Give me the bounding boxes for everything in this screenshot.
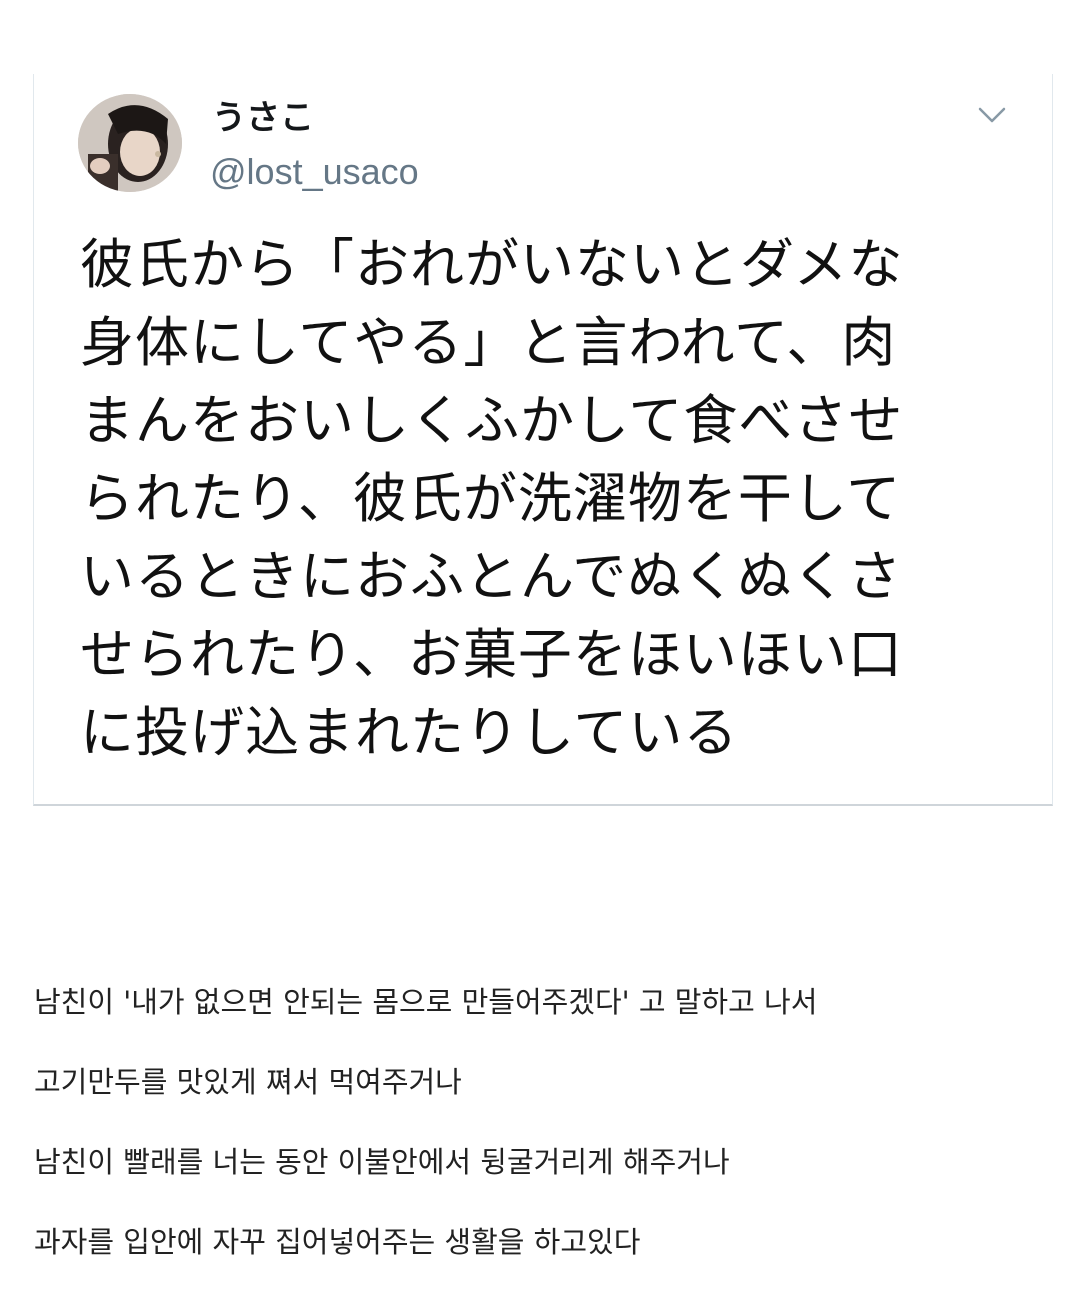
- avatar-photo: [78, 94, 182, 192]
- tweet-card: うさこ @lost_usaco 彼氏から「おれがいないとダメな 身体にしてやる」…: [33, 74, 1053, 806]
- tweet-text-line: まんをおいしくふかして食べさせ: [80, 389, 904, 452]
- translation-block: 남친이 '내가 없으면 안되는 몸으로 만들어주겠다' 고 말하고 나서 고기만…: [34, 982, 1064, 1302]
- tweet-text-line: に投げ込まれたりしている: [80, 701, 739, 764]
- tweet-text-line: いるときにおふとんでぬくぬくさ: [80, 545, 903, 608]
- chevron-down-icon[interactable]: [972, 98, 1012, 132]
- translation-line: 남친이 '내가 없으면 안되는 몸으로 만들어주겠다' 고 말하고 나서: [34, 985, 818, 1019]
- tweet-text-line: 身体にしてやる」と言われて、肉: [80, 311, 897, 374]
- display-name[interactable]: うさこ: [212, 96, 314, 140]
- translation-line: 남친이 빨래를 너는 동안 이불안에서 뒹굴거리게 해주거나: [34, 1145, 730, 1179]
- tweet-text: 彼氏から「おれがいないとダメな 身体にしてやる」と言われて、肉 まんをおいしくふ…: [80, 226, 1040, 772]
- tweet-text-line: 彼氏から「おれがいないとダメな: [80, 233, 904, 296]
- translation-line: 과자를 입안에 자꾸 집어넣어주는 생활을 하고있다: [34, 1225, 641, 1259]
- user-handle[interactable]: @lost_usaco: [210, 150, 419, 194]
- translation-line: 고기만두를 맛있게 쪄서 먹여주거나: [34, 1065, 462, 1099]
- tweet-text-line: せられたり、お菓子をほいほい口: [80, 623, 903, 686]
- avatar[interactable]: [78, 94, 182, 192]
- tweet-text-line: られたり、彼氏が洗濯物を干して: [80, 467, 902, 530]
